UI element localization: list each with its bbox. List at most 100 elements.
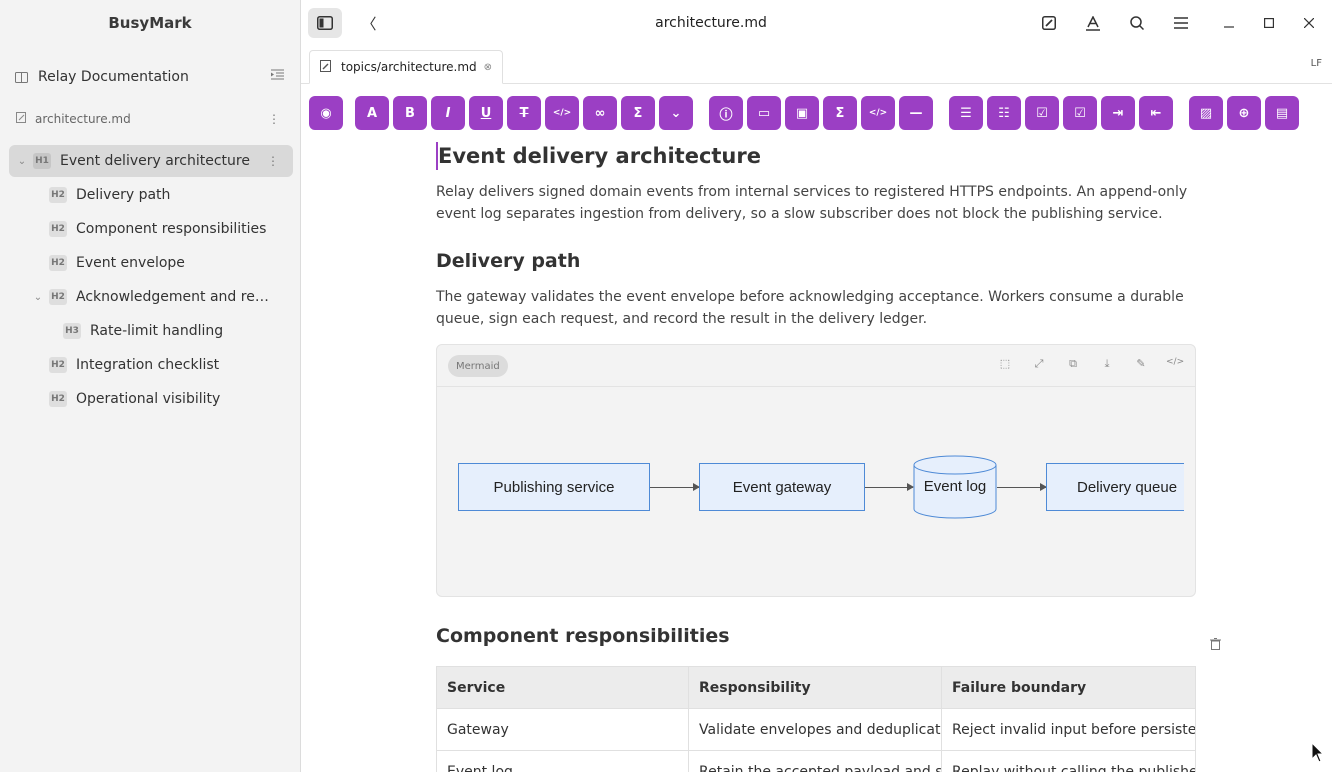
math-block-button[interactable]: Σ [823, 96, 857, 130]
image-icon: ▨ [1199, 105, 1213, 121]
diagram-header: Mermaid ⬚ ⤢ ⧉ ⤓ ✎ </> [437, 345, 1195, 387]
sidebar-panel-icon [317, 16, 333, 30]
preview-toggle-button[interactable]: ◉ [309, 96, 343, 130]
more-vertical-icon[interactable]: ⋮ [268, 112, 280, 126]
table-header-cell[interactable]: Responsibility [688, 666, 942, 709]
horizontal-rule-button[interactable]: — [899, 96, 933, 130]
sigma-icon: Σ [633, 105, 643, 121]
outline-label: Event envelope [76, 255, 185, 271]
sidebar-toggle-button[interactable] [308, 8, 342, 38]
strikethrough-button[interactable]: T [507, 96, 541, 130]
mermaid-diagram[interactable]: Mermaid ⬚ ⤢ ⧉ ⤓ ✎ </> Publishing service… [436, 344, 1196, 597]
code-icon: </> [552, 108, 572, 118]
doc-heading-h2[interactable]: Component responsibilities [436, 625, 730, 647]
maximize-button[interactable] [1252, 8, 1286, 38]
text-style-button[interactable]: A [355, 96, 389, 130]
outline-toggle-icon[interactable] [271, 69, 284, 84]
terminal-icon: ▣ [795, 105, 809, 121]
heading-level-badge: H2 [49, 289, 67, 305]
doc-heading-h2[interactable]: Delivery path [436, 250, 580, 272]
document-button[interactable]: ▤ [1265, 96, 1299, 130]
edit-icon [1042, 16, 1056, 30]
code-icon: </> [868, 108, 888, 118]
download-icon[interactable]: ⤓ [1098, 357, 1116, 371]
trash-icon[interactable] [1210, 638, 1221, 653]
table-row: Event log Retain the accepted payload an… [436, 750, 1196, 772]
pencil-icon[interactable]: ✎ [1132, 357, 1150, 370]
italic-button[interactable]: I [431, 96, 465, 130]
underline-button[interactable]: U [469, 96, 503, 130]
table-cell[interactable]: Validate envelopes and deduplicate [688, 708, 942, 751]
image-button[interactable]: ▨ [1189, 96, 1223, 130]
more-format-button[interactable]: ⌄ [659, 96, 693, 130]
minimize-button[interactable] [1212, 8, 1246, 38]
comment-button[interactable]: ▭ [747, 96, 781, 130]
outline-item[interactable]: H2 Component responsibilities [49, 213, 289, 245]
diagram-node: Publishing service [458, 463, 650, 511]
checkbox-icon: ☑ [1074, 105, 1086, 121]
info-icon: ⓘ [719, 107, 733, 123]
italic-icon: I [445, 105, 451, 121]
font-button[interactable] [1076, 8, 1110, 38]
heading-level-badge: H2 [49, 221, 67, 237]
components-table: Service Responsibility Failure boundary … [436, 666, 1196, 772]
close-icon [1304, 18, 1314, 28]
inline-code-button[interactable]: </> [545, 96, 579, 130]
current-file-row[interactable]: architecture.md ⋮ [0, 106, 300, 132]
line-ending-indicator[interactable]: LF [1311, 58, 1322, 69]
math-button[interactable]: Σ [621, 96, 655, 130]
tab-close-icon[interactable]: ⊗ [484, 62, 492, 73]
menu-button[interactable] [1164, 8, 1198, 38]
outline-item-h1[interactable]: ⌄ H1 Event delivery architecture ⋮ [9, 145, 293, 177]
code-block-button[interactable]: </> [861, 96, 895, 130]
mouse-pointer-icon [1311, 742, 1325, 763]
table-cell[interactable]: Gateway [436, 708, 689, 751]
edit-mode-button[interactable] [1032, 8, 1066, 38]
more-vertical-icon[interactable]: ⋮ [267, 154, 279, 168]
close-button[interactable] [1292, 8, 1326, 38]
project-selector[interactable]: Relay Documentation [0, 60, 300, 94]
minimize-icon [1224, 26, 1234, 28]
table-cell[interactable]: Retain the accepted payload and sc [688, 750, 942, 772]
outline-item[interactable]: ⌄ H2 Acknowledgement and re… [31, 281, 289, 313]
info-callout-button[interactable]: ⓘ [709, 96, 743, 130]
outline-item[interactable]: H2 Operational visibility [49, 383, 289, 415]
table-cell[interactable]: Replay without calling the publisher [941, 750, 1196, 772]
outline-label: Integration checklist [76, 357, 220, 373]
code-icon[interactable]: </> [1166, 357, 1184, 367]
outline-item[interactable]: H2 Integration checklist [49, 349, 289, 381]
copy-icon[interactable]: ⧉ [1064, 357, 1082, 371]
chevron-down-icon[interactable]: ⌄ [31, 292, 45, 303]
indent-button[interactable]: ⇥ [1101, 96, 1135, 130]
file-edit-icon [16, 112, 26, 126]
table-cell[interactable]: Event log [436, 750, 689, 772]
back-button[interactable]: 〈 [352, 8, 386, 38]
search-button[interactable] [1120, 8, 1154, 38]
sidebar: BusyMark Relay Documentation architectur… [0, 0, 301, 772]
doc-paragraph[interactable]: Relay delivers signed domain events from… [436, 181, 1196, 225]
fit-icon[interactable]: ⬚ [996, 357, 1014, 370]
outline-item[interactable]: H3 Rate-limit handling [63, 315, 289, 347]
task-list-button[interactable]: ☑ [1025, 96, 1059, 130]
numbered-list-button[interactable]: ☷ [987, 96, 1021, 130]
bold-button[interactable]: B [393, 96, 427, 130]
outline-label: Operational visibility [76, 391, 221, 407]
bold-icon: B [405, 105, 415, 121]
outdent-button[interactable]: ⇤ [1139, 96, 1173, 130]
bullet-list-button[interactable]: ☰ [949, 96, 983, 130]
outline-item[interactable]: H2 Delivery path [49, 179, 289, 211]
search-icon [1130, 16, 1144, 30]
expand-icon[interactable]: ⤢ [1030, 357, 1048, 371]
terminal-button[interactable]: ▣ [785, 96, 819, 130]
table-header-cell[interactable]: Service [436, 666, 689, 709]
doc-paragraph[interactable]: The gateway validates the event envelope… [436, 286, 1196, 330]
table-cell[interactable]: Reject invalid input before persister [941, 708, 1196, 751]
outline-item[interactable]: H2 Event envelope [49, 247, 289, 279]
diagram-button[interactable]: ⊕ [1227, 96, 1261, 130]
chevron-down-icon[interactable]: ⌄ [15, 156, 29, 167]
link-button[interactable]: ∞ [583, 96, 617, 130]
tab-architecture[interactable]: topics/architecture.md ⊗ [309, 50, 503, 84]
task-done-button[interactable]: ☑ [1063, 96, 1097, 130]
doc-heading-h1[interactable]: Event delivery architecture [436, 142, 761, 170]
table-header-cell[interactable]: Failure boundary [941, 666, 1196, 709]
